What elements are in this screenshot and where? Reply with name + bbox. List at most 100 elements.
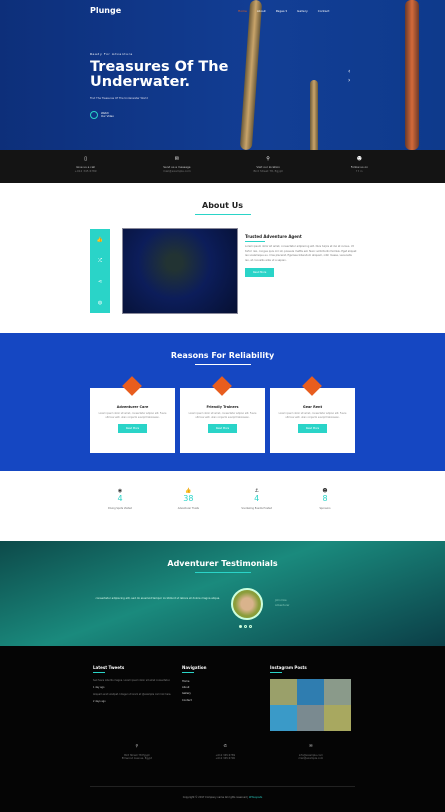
nav-contact[interactable]: Contact [318,9,330,13]
instagram-title: Instagram Posts [270,665,307,670]
info-value: Bird Street 78, Egypt [253,169,283,173]
footer-contact: ⚲ Bird Street 78 Egypt Elmwood Avenue, Egy… [0,743,445,760]
stat-value: 4 [254,494,260,503]
play-icon [90,111,98,119]
footer-link-contact[interactable]: Contact [182,698,206,704]
reason-card: Gear Rent Lorem ipsum dolor sit amet, con… [270,376,355,453]
instagram-photo[interactable] [270,705,297,731]
prev-slide-icon[interactable]: ‹ [348,67,350,76]
stat-label: Diving Spots Visited [108,507,132,510]
navigation-title: Navigation [182,665,207,670]
read-more-button[interactable]: Read More [117,424,148,433]
about-side-icons: 👍 ⤮ ⋖ ◍ [90,229,110,313]
dot[interactable] [244,625,247,628]
map-pin-icon: ⚲ [266,156,270,162]
info-value[interactable]: mail@example.com [147,169,207,173]
about-title: About Us [202,201,243,210]
tweet-text: Aliquam erat volutpat. Integer ut lorem … [93,693,172,696]
dot[interactable] [239,625,242,628]
info-message: ✉ Send us a message mail@example.com [147,156,207,183]
envelope-icon: ✉ [174,156,179,162]
testimonial-avatar [231,588,263,620]
main-nav: Home About Pages ▾ Gallery Contact [238,9,329,13]
tweet-time: 1 day ago [93,686,105,689]
card-title: Gear Rent [302,405,323,409]
stats-section: ◉ 4 Diving Spots Visited 👍 38 Adventurer Tru… [90,488,355,510]
reason-card: Friendly Trainers Lorem ipsum dolor sit a… [180,376,265,453]
info-follow: ☻ Follow us on f t in [329,156,389,183]
nav-pages[interactable]: Pages ▾ [276,9,287,13]
hero-subtitle: Find The Treasures Of The Underwater Wor… [90,97,148,100]
stat-value: 38 [183,494,194,503]
instagram-photo[interactable] [297,705,324,731]
instagram-photo[interactable] [297,679,324,705]
envelope-icon: ✉ [309,743,313,748]
watch-video-button[interactable]: Watch Our Video [90,111,114,119]
info-location: ⚲ Visit our location Bird Street 78, Egypt [238,156,298,183]
nav-gallery[interactable]: Gallery [297,9,308,13]
title-underline [194,214,251,215]
tweet-text: Sed fusce lobortis magna. Lorem ipsum do… [93,679,171,682]
dot[interactable] [249,625,252,628]
testimonial-dots [239,625,252,628]
about-text: Trusted Adventure Agent Lorem ipsum dolo… [245,234,357,277]
shuffle-icon[interactable]: ⤮ [98,258,102,264]
contact-email[interactable]: mail@example.com [298,757,323,760]
read-more-button[interactable]: Read More [207,424,238,433]
tweets-column: Latest Tweets Sed fusce lobortis magna. … [93,665,173,707]
contact-line: Elmwood Avenue, Egypt [121,757,153,760]
share-icon[interactable]: ⋖ [98,279,102,285]
brand-logo[interactable]: Plunge [90,6,121,15]
read-more-button[interactable]: Read More [297,424,328,433]
testimonials-section: Adventurer Testimonials consectetur adip… [0,541,445,646]
about-paragraph: Lorem ipsum dolor sit amet, consectetur … [245,245,357,263]
credit-link[interactable]: W3Layouts [249,796,262,799]
stat-label: Sponsors [319,507,331,510]
map-pin-icon: ⚲ [135,743,139,748]
copyright-text: Copyright © 2017 Company name All rights… [182,796,249,799]
next-slide-icon[interactable]: › [348,76,350,85]
stat-label: Snorkeling Events Hosted [241,507,272,510]
card-text: Lorem ipsum dolor sit amet, consectetur … [98,412,167,419]
testimonial-role: Adventurer [275,603,290,607]
reason-cards: Adventurer Care Lorem ipsum dolor sit ame… [90,376,355,453]
instagram-photo[interactable] [324,679,351,705]
instagram-column: Instagram Posts [270,665,351,731]
copyright: Copyright © 2017 Company name All rights… [90,786,355,799]
contact-line: +012 345 6790 [215,757,236,760]
users-icon: ☻ [356,156,362,162]
footer: Latest Tweets Sed fusce lobortis magna. … [0,646,445,812]
hero-kicker: Ready For Adventure [90,52,133,56]
reasons-title: Reasons For Reliability [170,351,275,360]
instagram-photo[interactable] [324,705,351,731]
heading-underline [245,241,265,242]
tweets-title: Latest Tweets [93,665,125,670]
nav-about[interactable]: About [257,9,266,13]
hero-title: Treasures Of The Underwater. [90,59,229,90]
nav-home[interactable]: Home [238,9,247,13]
reason-card: Adventurer Care Lorem ipsum dolor sit ame… [90,376,175,453]
stat-item: ☻ 8 Sponsors [295,488,355,510]
phone-icon: ▯ [84,156,87,162]
phone-icon: ✆ [223,743,227,748]
about-read-more-button[interactable]: Read More [245,267,275,277]
social-links[interactable]: f t in [329,169,389,173]
title-underline [194,364,251,365]
card-text: Lorem ipsum dolor sit amet, consectetur … [278,412,347,419]
info-call: ▯ Give us a call +012 345 6789 [56,156,116,183]
stat-item: ◉ 4 Diving Spots Visited [90,488,150,510]
card-title: Friendly Trainers [206,405,239,409]
card-title: Adventurer Care [116,405,149,409]
stat-item: ⚓ 4 Snorkeling Events Hosted [227,488,287,510]
info-bar: ▯ Give us a call +012 345 6789 ✉ Send us a … [0,150,445,183]
instagram-photo[interactable] [270,679,297,705]
about-heading: Trusted Adventure Agent [245,234,302,239]
card-text: Lorem ipsum dolor sit amet, consectetur … [188,412,257,419]
thumbs-up-icon[interactable]: 👍 [97,237,103,243]
coral-decor [405,0,419,150]
tweet-time: 2 days ago [93,700,106,703]
coral-decor [310,80,318,150]
globe-icon[interactable]: ◍ [98,300,102,306]
stat-label: Adventurer Trusts [177,507,199,510]
diver-photo [122,228,238,314]
